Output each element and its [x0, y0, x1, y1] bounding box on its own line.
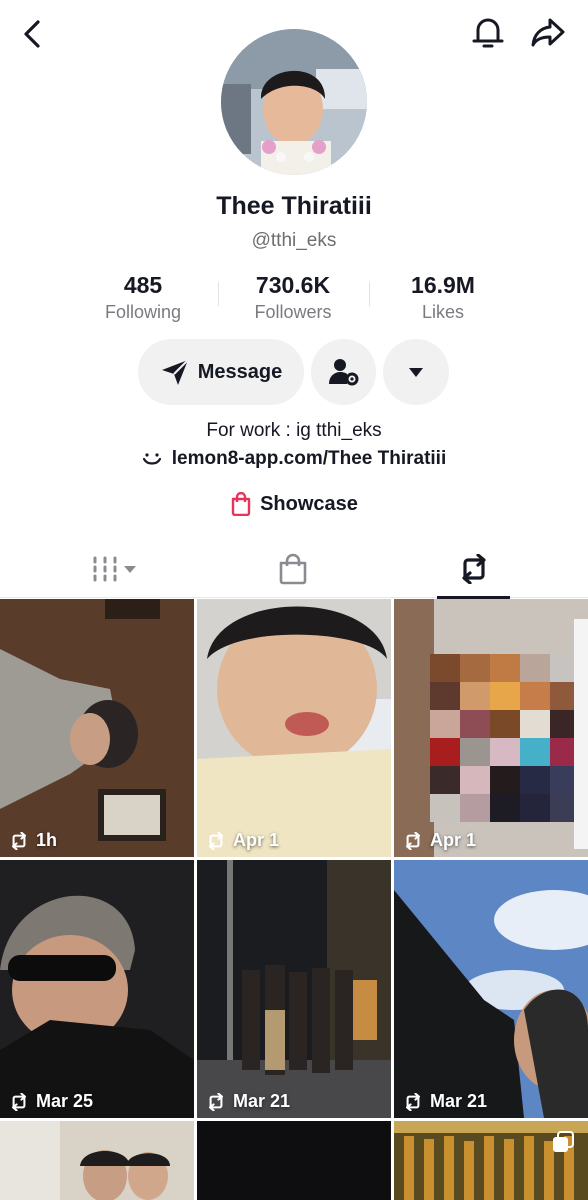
video-tile[interactable]: Mar 25 — [0, 860, 194, 1118]
repost-badge: Apr 1 — [205, 830, 279, 851]
repost-icon — [405, 1092, 421, 1111]
bell-icon — [472, 18, 504, 48]
tab-reposts[interactable] — [437, 540, 510, 599]
paper-plane-icon — [161, 359, 189, 385]
repost-badge: 1h — [8, 830, 57, 851]
video-thumbnail — [0, 1121, 194, 1200]
stat-following[interactable]: 485 Following — [68, 270, 218, 326]
video-thumbnail — [394, 860, 588, 1118]
showcase-label: Showcase — [260, 492, 358, 515]
post-time: Mar 25 — [36, 1091, 94, 1111]
repost-badge: Mar 21 — [402, 1091, 487, 1112]
video-tile[interactable]: Apr 1 — [197, 599, 391, 857]
stat-followers-label: Followers — [254, 302, 332, 322]
shopping-bag-icon — [279, 553, 307, 585]
share-arrow-icon — [531, 18, 565, 47]
profile-bio: For work : ig tthi_eks — [206, 420, 382, 441]
video-thumbnail — [0, 599, 194, 857]
video-tile[interactable]: Mar 21 — [394, 860, 588, 1118]
display-name: Thee Thiratiii — [216, 192, 372, 220]
stat-followers-value: 730.6K — [255, 272, 331, 298]
stat-likes-label: Likes — [421, 302, 465, 322]
user-settings-button[interactable] — [311, 339, 376, 405]
stat-following-label: Following — [104, 302, 182, 322]
repost-badge: Apr 1 — [402, 830, 476, 851]
stat-following-value: 485 — [123, 272, 163, 298]
post-time: Mar 21 — [430, 1091, 488, 1111]
stats-divider — [369, 282, 370, 306]
video-thumbnail — [394, 599, 588, 857]
video-tile[interactable]: Apr 1 — [394, 599, 588, 857]
video-tile[interactable] — [394, 1121, 588, 1200]
stat-likes[interactable]: 16.9M Likes — [368, 270, 518, 326]
stat-likes-value: 16.9M — [411, 272, 475, 298]
repost-icon — [405, 831, 421, 850]
stacked-squares-icon — [553, 1131, 574, 1152]
post-time: Apr 1 — [233, 830, 280, 850]
repost-icon — [11, 831, 27, 850]
message-button-label: Message — [197, 360, 283, 383]
shopping-bag-icon — [231, 492, 251, 516]
repost-icon — [461, 554, 486, 584]
repost-badge: Mar 21 — [205, 1091, 290, 1112]
grid-bars-icon — [93, 556, 136, 582]
video-thumbnail — [0, 860, 194, 1118]
profile-link[interactable]: lemon8-app.com/Thee Thiratiii — [0, 448, 588, 470]
video-thumbnail — [197, 1121, 391, 1200]
back-button[interactable] — [14, 14, 50, 54]
profile-link-text: lemon8-app.com/Thee Thiratiii — [171, 448, 447, 469]
post-time: 1h — [36, 830, 58, 850]
user-gear-icon — [328, 359, 358, 386]
share-button[interactable] — [526, 12, 570, 54]
lemon8-smile-icon — [142, 453, 161, 465]
repost-icon — [208, 1092, 224, 1111]
showcase-link[interactable]: Showcase — [0, 492, 588, 516]
content-tabs — [0, 540, 588, 599]
triangle-down-icon — [409, 368, 423, 377]
video-tile[interactable]: Mar 21 — [197, 860, 391, 1118]
post-time: Mar 21 — [233, 1091, 291, 1111]
chevron-left-icon — [24, 20, 40, 48]
repost-icon — [208, 831, 224, 850]
stat-followers[interactable]: 730.6K Followers — [218, 270, 368, 326]
video-tile[interactable] — [197, 1121, 391, 1200]
tab-videos[interactable] — [60, 540, 170, 598]
profile-stats: 485 Following 730.6K Followers 16.9M Lik… — [68, 270, 520, 326]
notifications-button[interactable] — [468, 12, 508, 54]
video-thumbnail — [197, 599, 391, 857]
tab-shop[interactable] — [238, 540, 348, 598]
stats-divider — [218, 282, 219, 306]
more-options-button[interactable] — [383, 339, 449, 405]
repost-icon — [11, 1092, 27, 1111]
username: @tthi_eks — [251, 230, 337, 251]
video-tile[interactable] — [0, 1121, 194, 1200]
video-tile[interactable]: 1h — [0, 599, 194, 857]
video-thumbnail — [197, 860, 391, 1118]
message-button[interactable]: Message — [138, 339, 304, 405]
avatar-photo — [221, 29, 367, 175]
post-time: Apr 1 — [430, 830, 477, 850]
video-grid: 1h Apr 1 Apr 1 Mar 25 Mar 21 Mar 21 — [0, 599, 588, 1200]
profile-avatar[interactable] — [221, 29, 367, 175]
repost-badge: Mar 25 — [8, 1091, 93, 1112]
